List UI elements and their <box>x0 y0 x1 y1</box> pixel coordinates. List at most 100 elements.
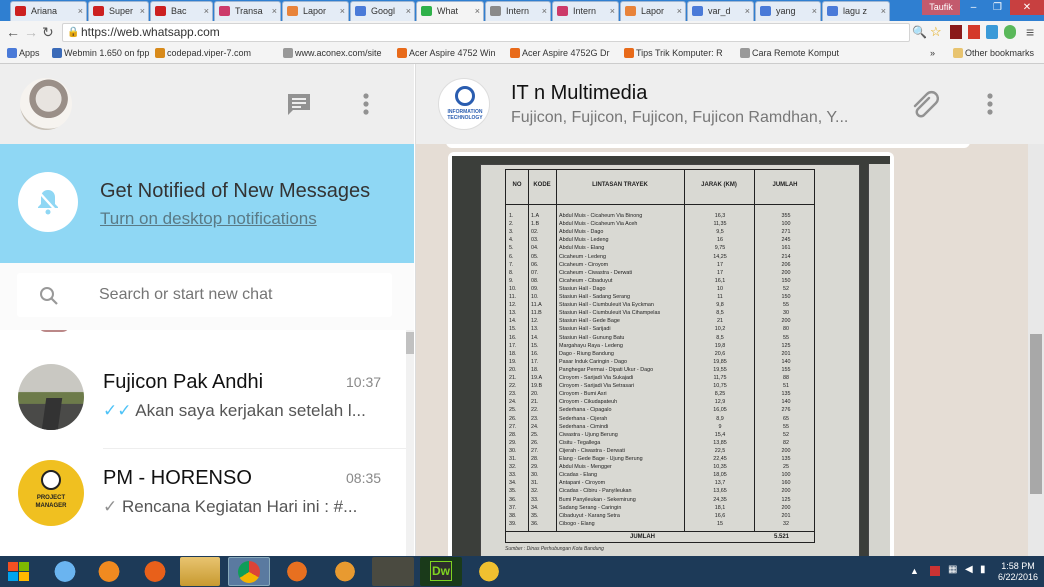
profile-name[interactable]: Taufik <box>922 0 960 15</box>
tab-close-icon[interactable]: × <box>745 2 750 20</box>
tray-icon[interactable] <box>930 566 940 576</box>
file-explorer-icon[interactable] <box>180 557 220 586</box>
dreamweaver-icon[interactable]: Dw <box>420 557 462 586</box>
table-cell: 35. <box>531 512 539 519</box>
menu-dots-icon[interactable] <box>986 92 994 116</box>
bookmark-item[interactable]: Acer Aspire 4752G Dr <box>510 48 610 58</box>
image-message-bubble[interactable]: NO KODE LINTASAN TRAYEK JARAK (KM) JUMLAH 1.… <box>448 152 894 556</box>
browser-tab[interactable]: Lapor × <box>282 1 349 21</box>
browser-tab[interactable]: Googl × <box>350 1 415 21</box>
other-bookmarks[interactable]: Other bookmarks <box>953 48 1034 58</box>
xampp-icon[interactable] <box>276 557 318 586</box>
table-cell: 200 <box>781 504 791 511</box>
more-bookmarks-icon[interactable]: » <box>930 48 935 58</box>
system-clock[interactable]: 1:58 PM 6/22/2016 <box>994 561 1042 583</box>
bookmark-item[interactable]: Apps <box>7 48 40 58</box>
tab-title: Lapor <box>303 6 327 16</box>
tab-title: Ariana <box>31 6 58 16</box>
bookmark-item[interactable]: Tips Trik Komputer: R <box>624 48 723 58</box>
volume-icon[interactable]: ◀ <box>965 564 973 575</box>
extension-icon[interactable] <box>950 25 962 39</box>
user-avatar[interactable] <box>20 78 72 130</box>
taskbar-app-icon[interactable] <box>372 557 414 586</box>
image-attachment[interactable]: NO KODE LINTASAN TRAYEK JARAK (KM) JUMLAH 1.… <box>452 156 890 556</box>
chat-item-pm-horenso[interactable]: PROJECT MANAGER PM - HORENSO 08:35 ✓ Ren… <box>0 450 406 550</box>
taskbar-app-icon[interactable] <box>468 557 510 586</box>
search-input[interactable] <box>99 283 379 307</box>
zoom-icon[interactable]: 🔍 <box>912 23 927 41</box>
tab-close-icon[interactable]: × <box>140 2 145 20</box>
scrollbar-thumb[interactable] <box>1030 334 1042 494</box>
tab-close-icon[interactable]: × <box>475 2 480 20</box>
bookmark-item[interactable]: Cara Remote Komput <box>740 48 839 58</box>
tab-favicon-icon <box>557 6 568 16</box>
table-cell: 33. <box>531 496 539 503</box>
tab-close-icon[interactable]: × <box>677 2 682 20</box>
tab-close-icon[interactable]: × <box>406 2 411 20</box>
chat-list-scrollbar[interactable] <box>406 330 414 556</box>
windows-start-icon[interactable] <box>8 562 30 582</box>
table-cell: 19. <box>509 358 517 365</box>
bookmark-star-icon[interactable]: ☆ <box>930 23 942 41</box>
search-box[interactable] <box>17 273 392 317</box>
tab-close-icon[interactable]: × <box>340 2 345 20</box>
tab-close-icon[interactable]: × <box>881 2 886 20</box>
attach-icon[interactable] <box>909 90 939 120</box>
conversation-header[interactable]: INFORMATION TECHNOLOGY IT n Multimedia F… <box>415 64 1044 144</box>
browser-tab[interactable]: yang × <box>755 1 821 21</box>
double-check-icon: ✓✓ <box>103 401 132 420</box>
bookmark-item[interactable]: Acer Aspire 4752 Win <box>397 48 496 58</box>
tray-up-icon[interactable]: ▲ <box>910 566 919 576</box>
firefox-icon[interactable] <box>134 557 176 586</box>
scrollbar-thumb[interactable] <box>406 332 414 354</box>
table-cell: 82 <box>783 439 789 446</box>
browser-tab[interactable]: Intern × <box>485 1 551 21</box>
back-icon[interactable]: ← <box>6 23 20 41</box>
tab-close-icon[interactable]: × <box>610 2 615 20</box>
close-window-button[interactable]: ✕ <box>1010 0 1044 15</box>
menu-icon[interactable]: ≡ <box>1026 23 1034 41</box>
forward-icon[interactable]: → <box>24 23 38 41</box>
browser-tab[interactable]: Transa × <box>214 1 281 21</box>
browser-tab[interactable]: Intern × <box>552 1 619 21</box>
maximize-button[interactable]: ❐ <box>986 0 1009 15</box>
taskbar-app-icon[interactable] <box>44 557 86 586</box>
menu-dots-icon[interactable] <box>362 92 370 116</box>
bookmark-item[interactable]: www.aconex.com/site <box>283 48 382 58</box>
tab-close-icon[interactable]: × <box>204 2 209 20</box>
browser-tab[interactable]: Lapor × <box>620 1 686 21</box>
browser-tab[interactable]: var_d × <box>687 1 754 21</box>
battery-icon[interactable]: ▮ <box>980 564 986 575</box>
extension-icon[interactable] <box>986 25 998 39</box>
browser-tab[interactable]: Super × <box>88 1 149 21</box>
tab-close-icon[interactable]: × <box>542 2 547 20</box>
conversation-scrollbar[interactable] <box>1028 144 1044 556</box>
browser-tab[interactable]: Bac × <box>150 1 213 21</box>
extension-icon[interactable] <box>1004 25 1016 39</box>
taskbar-app-icon[interactable] <box>88 557 130 586</box>
tab-close-icon[interactable]: × <box>78 2 83 20</box>
browser-tab[interactable]: lagu z × <box>822 1 890 21</box>
browser-tab[interactable]: What × <box>416 1 484 21</box>
chat-item-fujicon-pak-andhi[interactable]: Fujicon Pak Andhi 10:37 ✓✓ Akan saya ker… <box>0 355 406 449</box>
table-cell: 4. <box>509 237 514 244</box>
new-chat-icon[interactable] <box>286 92 312 116</box>
group-avatar[interactable]: INFORMATION TECHNOLOGY <box>438 78 490 130</box>
pdf-extension-icon[interactable] <box>968 25 980 39</box>
tab-close-icon[interactable]: × <box>812 2 817 20</box>
browser-tab[interactable]: Ariana × <box>10 1 87 21</box>
bookmark-favicon-icon <box>740 48 750 58</box>
address-bar[interactable]: 🔒 https://web.whatsapp.com <box>62 23 910 42</box>
table-row: 21. 19.A Ciroyom - Sarijadi Via Sukajadi 11… <box>506 375 816 383</box>
bookmark-item[interactable]: codepad.viper-7.com <box>155 48 251 58</box>
tab-close-icon[interactable]: × <box>272 2 277 20</box>
table-cell: 6. <box>509 253 514 260</box>
reload-icon[interactable]: ↻ <box>42 23 54 41</box>
minimize-button[interactable]: – <box>962 0 985 15</box>
enable-notifications-link[interactable]: Turn on desktop notifications <box>100 209 317 229</box>
table-cell: 19,55 <box>713 366 727 373</box>
chrome-icon[interactable] <box>228 557 270 586</box>
media-player-icon[interactable] <box>324 557 366 586</box>
network-icon[interactable]: ▦ <box>948 564 957 575</box>
bookmark-item[interactable]: Webmin 1.650 on fpp <box>52 48 149 58</box>
